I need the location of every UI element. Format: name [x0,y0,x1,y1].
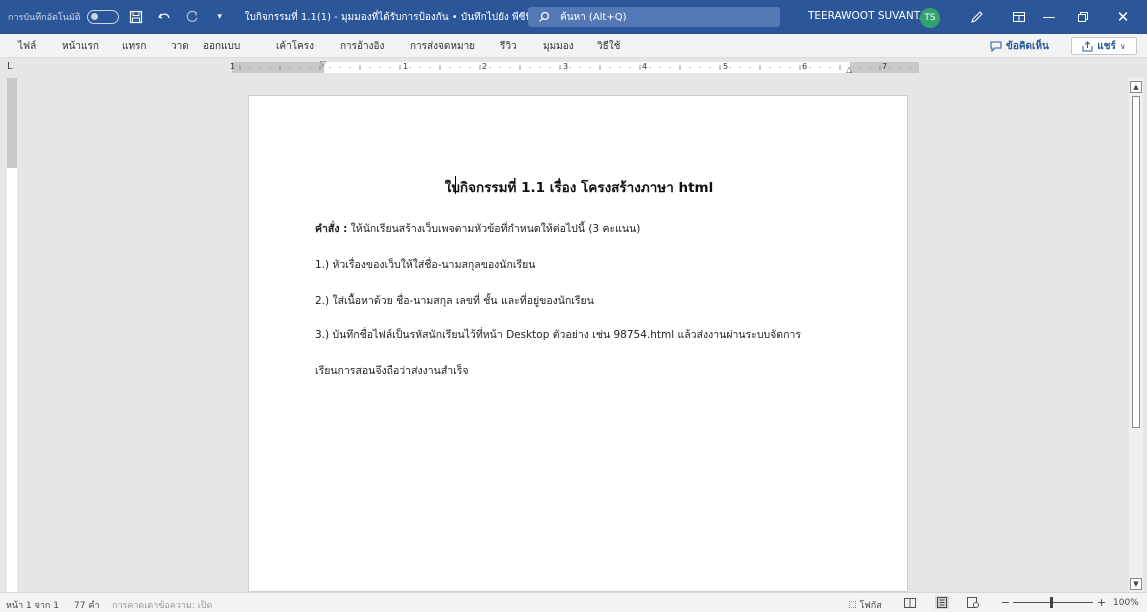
tab-references[interactable]: การอ้างอิง [340,39,384,54]
tab-review[interactable]: รีวิว [500,39,517,54]
search-box[interactable]: ค้นหา (Alt+Q) [528,7,780,27]
status-bar: หน้า 1 จาก 1 77 คำ การคาดเดาข้อความ: เปิ… [0,592,1147,612]
tab-insert[interactable]: แทรก [122,39,146,54]
autosave-toggle[interactable]: การบันทึกอัตโนมัติ [8,10,119,24]
share-button[interactable]: แชร์ ∨ [1071,37,1137,55]
user-name[interactable]: TEERAWOOT SUVANTA [808,10,927,22]
text-predictions-status[interactable]: การคาดเดาข้อความ: เปิด [112,598,212,612]
instruction-text: ให้นักเรียนสร้างเว็บเพจตามหัวข้อที่กำหนด… [347,223,641,235]
minimize-icon[interactable]: — [1030,0,1068,34]
zoom-in-button[interactable]: + [1097,596,1106,609]
ruler-number-1a: 1 [230,62,236,71]
search-icon [539,11,550,22]
customize-quick-access-icon[interactable]: ▾ [209,6,231,28]
right-indent-marker[interactable]: △ [846,65,852,74]
share-label: แชร์ [1097,40,1116,52]
undo-icon[interactable] [153,6,175,28]
ruler-number-7: 7 [882,62,888,71]
horizontal-ruler[interactable]: 1 1 2 3 4 5 6 7 ▽ △ [230,59,919,74]
close-icon[interactable]: ✕ [1104,0,1142,34]
avatar[interactable]: TS [920,8,940,28]
list-item-3-continued: เรียนการสอนจึงถือว่าส่งงานสำเร็จ [315,365,469,377]
tab-mailings[interactable]: การส่งจดหมาย [410,39,475,54]
comment-icon [990,41,1002,52]
tab-layout[interactable]: เค้าโครง [276,39,314,54]
list-item-2: 2.) ใส่เนื้อหาด้วย ชื่อ-นามสกุล เลขที่ ช… [315,295,594,307]
ruler-number-2: 2 [482,62,488,71]
instruction-label: คำสั่ง : [315,223,348,235]
ruler-row: L 1 1 2 3 4 5 6 7 ▽ △ [0,58,1147,78]
scroll-up-arrow-icon[interactable]: ▲ [1130,81,1142,93]
tab-design[interactable]: ออกแบบ [203,39,240,54]
read-mode-icon[interactable] [903,596,917,609]
zoom-level[interactable]: 100% [1113,598,1139,608]
first-line-indent-marker[interactable]: ▽ [320,59,326,68]
print-layout-icon[interactable] [935,596,949,609]
autosave-label: การบันทึกอัตโนมัติ [8,13,81,23]
comments-label: ข้อคิดเห็น [1006,40,1049,52]
restore-icon[interactable] [1064,0,1102,34]
document-heading: ใบกิจกรรมที่ 1.1 เรื่อง โครงสร้างภาษา ht… [444,180,714,196]
ruler-number-6: 6 [802,62,808,71]
ruler-number-1: 1 [403,62,409,71]
share-icon [1082,40,1093,51]
zoom-slider-thumb[interactable] [1050,597,1053,608]
ribbon-tabs: ไฟล์ หน้าแรก แทรก วาด ออกแบบ เค้าโครง กา… [0,34,1147,58]
focus-label: โฟกัส [859,601,882,611]
tab-selector[interactable]: L [7,61,13,72]
instruction-line: คำสั่ง : ให้นักเรียนสร้างเว็บเพจตามหัวข้… [315,220,640,237]
tab-home[interactable]: หน้าแรก [62,39,99,54]
autosave-switch[interactable] [86,10,119,24]
tab-help[interactable]: วิธีใช้ [597,39,620,54]
focus-icon: ⬚ [848,600,857,610]
ruler-number-4: 4 [642,62,648,71]
focus-button[interactable]: ⬚ โฟกัส [848,598,882,612]
chevron-down-icon: ∨ [1119,41,1126,51]
web-layout-icon[interactable] [966,596,980,609]
ruler-number-3: 3 [563,62,569,71]
redo-icon[interactable] [181,6,203,28]
zoom-out-button[interactable]: − [1001,596,1010,609]
document-title[interactable]: ใบกิจกรรมที่ 1.1(1) - มุมมองที่ได้รับการ… [245,10,541,25]
zoom-slider-track[interactable] [1013,602,1093,603]
tab-draw[interactable]: วาด [171,39,189,54]
word-count[interactable]: 77 คำ [74,598,99,612]
scroll-thumb[interactable] [1132,96,1140,428]
comments-button[interactable]: ข้อคิดเห็น [990,37,1049,55]
scroll-down-arrow-icon[interactable]: ▼ [1130,578,1142,590]
ruler-number-5: 5 [723,62,729,71]
list-item-3: 3.) บันทึกชื่อไฟล์เป็นรหัสนักเรียนไว้ที่… [315,329,802,341]
tab-file[interactable]: ไฟล์ [18,39,36,54]
list-item-1: 1.) หัวเรื่องของเว็บให้ใส่ชื่อ-นามสกุลขอ… [315,259,536,271]
pen-icon[interactable] [958,0,996,34]
save-icon[interactable] [125,6,147,28]
search-placeholder: ค้นหา (Alt+Q) [560,11,627,23]
vertical-scrollbar[interactable]: ▲ ▼ [1129,78,1143,592]
page-info[interactable]: หน้า 1 จาก 1 [6,598,59,612]
document-page[interactable]: ใบกิจกรรมที่ 1.1 เรื่อง โครงสร้างภาษา ht… [248,95,908,592]
tab-view[interactable]: มุมมอง [543,39,574,54]
vertical-ruler[interactable] [7,78,17,592]
